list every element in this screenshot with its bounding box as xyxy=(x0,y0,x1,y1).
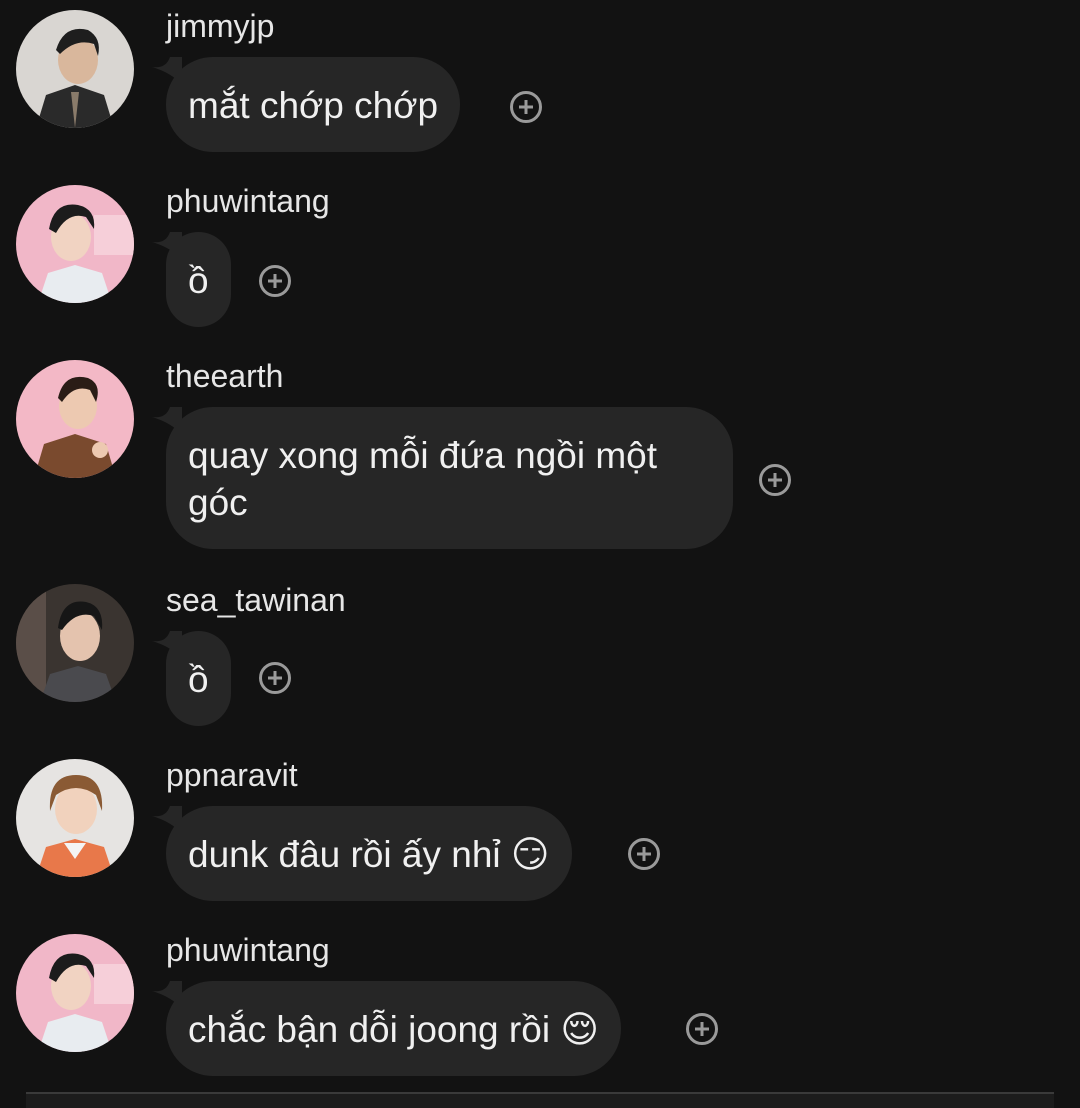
avatar-image xyxy=(16,759,134,877)
message-bubble[interactable]: mắt chớp chớp xyxy=(166,57,461,152)
avatar-image xyxy=(16,934,134,1052)
message-bubble[interactable]: chắc bận dỗi joong rồi 😌 xyxy=(166,981,621,1076)
avatar[interactable] xyxy=(16,934,134,1052)
username[interactable]: sea_tawinan xyxy=(166,580,346,620)
username[interactable]: phuwintang xyxy=(166,930,330,970)
avatar[interactable] xyxy=(16,360,134,478)
add-reaction-icon[interactable] xyxy=(510,91,542,123)
message-bubble[interactable]: ồ xyxy=(166,631,231,726)
add-reaction-icon[interactable] xyxy=(686,1013,718,1045)
avatar[interactable] xyxy=(16,185,134,303)
add-reaction-icon[interactable] xyxy=(628,838,660,870)
message-bubble[interactable]: dunk đâu rồi ấy nhỉ 😏 xyxy=(166,806,572,901)
avatar-image xyxy=(16,10,134,128)
username[interactable]: theearth xyxy=(166,356,283,396)
add-reaction-icon[interactable] xyxy=(759,464,791,496)
chat-thread: jimmyjp mắt chớp chớp phuwintang ồ theea… xyxy=(0,0,1080,1108)
message-bubble[interactable]: quay xong mỗi đứa ngồi một góc xyxy=(166,407,733,549)
avatar-image xyxy=(16,185,134,303)
avatar-image xyxy=(16,360,134,478)
composer-bar-edge xyxy=(26,1092,1054,1108)
username[interactable]: jimmyjp xyxy=(166,6,274,46)
message-bubble[interactable]: ồ xyxy=(166,232,231,327)
avatar-image xyxy=(16,584,134,702)
avatar[interactable] xyxy=(16,584,134,702)
add-reaction-icon[interactable] xyxy=(259,662,291,694)
username[interactable]: phuwintang xyxy=(166,181,330,221)
username[interactable]: ppnaravit xyxy=(166,755,298,795)
avatar[interactable] xyxy=(16,10,134,128)
add-reaction-icon[interactable] xyxy=(259,265,291,297)
avatar[interactable] xyxy=(16,759,134,877)
